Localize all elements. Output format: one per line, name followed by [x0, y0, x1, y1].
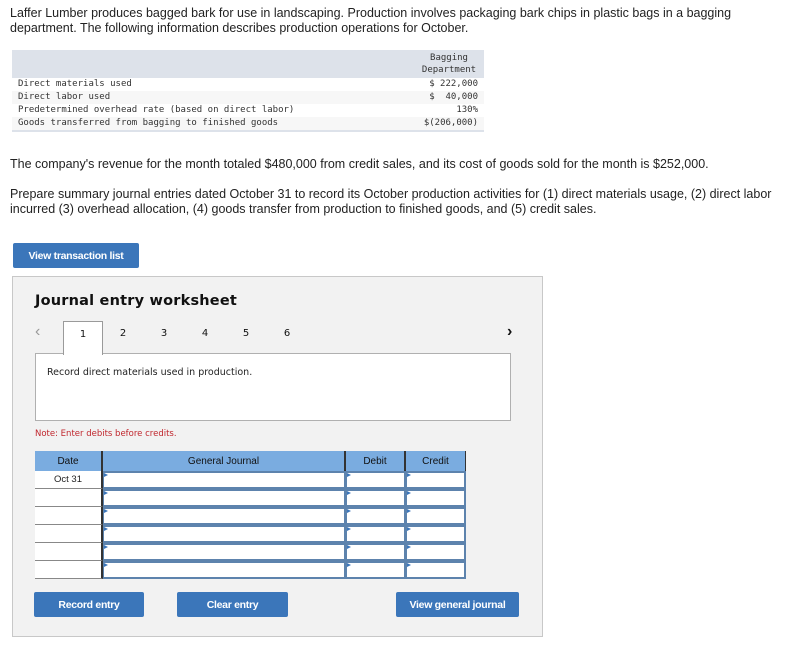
- account-input[interactable]: [103, 489, 346, 507]
- journal-row: [35, 525, 466, 543]
- date-cell: [35, 489, 103, 507]
- date-cell: [35, 507, 103, 525]
- credit-input[interactable]: [406, 471, 466, 489]
- header-line2: Department: [421, 65, 477, 75]
- info-row: Direct labor used $ 40,000: [12, 91, 484, 104]
- entry-description: Record direct materials used in producti…: [47, 367, 253, 378]
- journal-row: [35, 543, 466, 561]
- problem-intro: Laffer Lumber produces bagged bark for u…: [10, 6, 732, 35]
- journal-row: Oct 31: [35, 471, 466, 489]
- account-input[interactable]: [103, 543, 346, 561]
- journal-row: [35, 489, 466, 507]
- tab-5[interactable]: 5: [226, 321, 266, 354]
- info-header-label: [12, 50, 414, 78]
- date-cell: Oct 31: [35, 471, 103, 489]
- account-input[interactable]: [103, 471, 346, 489]
- date-cell: [35, 525, 103, 543]
- info-row: Direct materials used $ 222,000: [12, 78, 484, 91]
- credit-input[interactable]: [406, 561, 466, 579]
- debits-note: Note: Enter debits before credits.: [35, 429, 177, 439]
- info-row: Predetermined overhead rate (based on di…: [12, 104, 484, 117]
- journal-table: Date General Journal Debit Credit Oct 31: [35, 451, 466, 579]
- instructions-paragraph: Prepare summary journal entries dated Oc…: [10, 187, 772, 216]
- credit-input[interactable]: [406, 525, 466, 543]
- view-general-journal-button[interactable]: View general journal: [396, 592, 519, 617]
- info-row-value: 130%: [456, 105, 478, 115]
- chevron-left-icon[interactable]: ‹: [35, 323, 40, 341]
- info-row-value: $ 222,000: [429, 79, 478, 89]
- tab-2[interactable]: 2: [103, 321, 143, 354]
- account-input[interactable]: [103, 525, 346, 543]
- chevron-right-icon[interactable]: ›: [507, 323, 512, 341]
- journal-header: Date General Journal Debit Credit: [35, 451, 466, 471]
- journal-row: [35, 507, 466, 525]
- debit-input[interactable]: [346, 543, 406, 561]
- tab-4[interactable]: 4: [185, 321, 225, 354]
- view-transaction-list-button[interactable]: View transaction list: [13, 243, 139, 268]
- clear-entry-button[interactable]: Clear entry: [177, 592, 288, 617]
- journal-entry-worksheet: Journal entry worksheet ‹ › 1 2 3 4 5 6 …: [12, 276, 543, 637]
- info-row: Goods transferred from bagging to finish…: [12, 117, 484, 131]
- production-info-table: Bagging Department Direct materials used…: [12, 50, 484, 132]
- tab-3[interactable]: 3: [144, 321, 184, 354]
- info-row-value: $ 40,000: [429, 92, 478, 102]
- info-row-label: Direct labor used: [18, 92, 111, 102]
- header-line1: Bagging: [430, 53, 468, 63]
- column-general-journal: General Journal: [103, 451, 346, 471]
- debit-input[interactable]: [346, 525, 406, 543]
- column-credit: Credit: [406, 451, 466, 471]
- debit-input[interactable]: [346, 507, 406, 525]
- debit-input[interactable]: [346, 489, 406, 507]
- account-input[interactable]: [103, 507, 346, 525]
- revenue-paragraph: The company's revenue for the month tota…: [10, 157, 709, 171]
- column-date: Date: [35, 451, 103, 471]
- record-entry-button[interactable]: Record entry: [34, 592, 144, 617]
- date-cell: [35, 561, 103, 579]
- date-cell: [35, 543, 103, 561]
- info-row-label: Predetermined overhead rate (based on di…: [18, 105, 295, 115]
- column-debit: Debit: [346, 451, 406, 471]
- account-input[interactable]: [103, 561, 346, 579]
- debit-input[interactable]: [346, 561, 406, 579]
- credit-input[interactable]: [406, 543, 466, 561]
- tab-6[interactable]: 6: [267, 321, 307, 354]
- journal-row: [35, 561, 466, 579]
- credit-input[interactable]: [406, 507, 466, 525]
- entry-description-box: Record direct materials used in producti…: [35, 353, 511, 421]
- info-row-label: Direct materials used: [18, 79, 132, 89]
- info-row-label: Goods transferred from bagging to finish…: [18, 118, 279, 128]
- info-table-header: Bagging Department: [12, 50, 484, 78]
- debit-input[interactable]: [346, 471, 406, 489]
- tab-1[interactable]: 1: [63, 321, 103, 355]
- info-row-value: $(206,000): [423, 118, 478, 128]
- credit-input[interactable]: [406, 489, 466, 507]
- info-header-department: Bagging Department: [414, 50, 484, 78]
- worksheet-title: Journal entry worksheet: [35, 293, 237, 309]
